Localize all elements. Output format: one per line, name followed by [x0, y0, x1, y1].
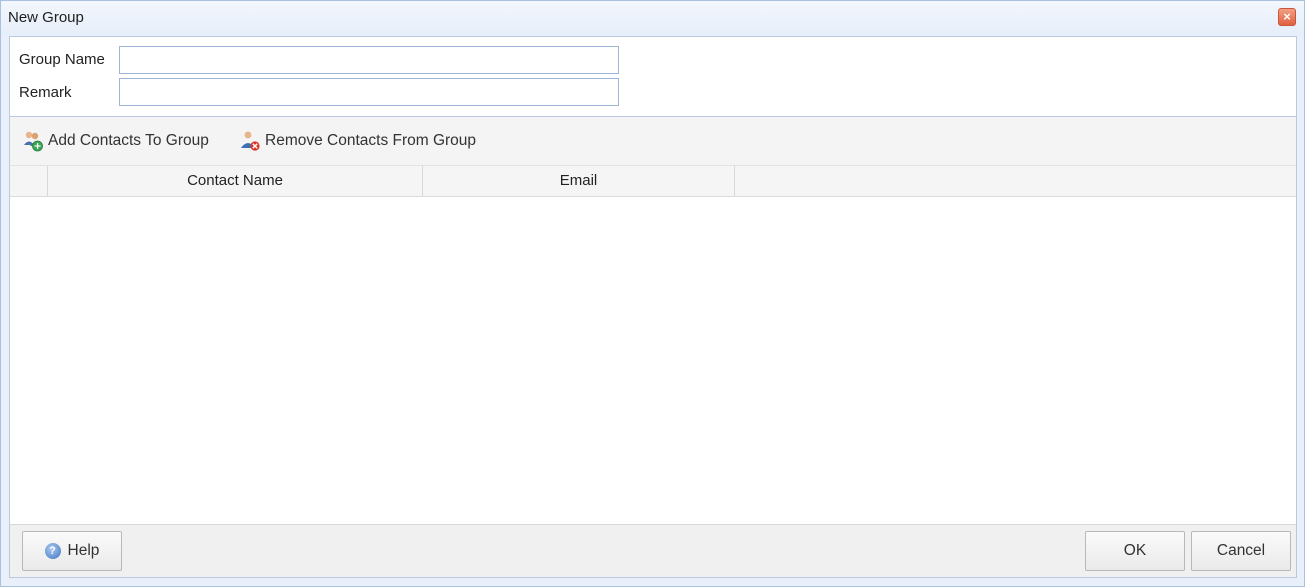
help-button-label: Help: [67, 542, 100, 559]
toolbar: Add Contacts To Group Remove Contacts Fr…: [10, 116, 1296, 166]
cancel-button[interactable]: Cancel: [1191, 531, 1291, 571]
remove-contacts-label: Remove Contacts From Group: [265, 132, 477, 149]
group-name-label: Group Name: [19, 51, 105, 68]
column-separator: [734, 166, 735, 196]
group-form: Group Name Remark: [10, 37, 1296, 116]
close-icon[interactable]: ×: [1278, 8, 1296, 26]
remark-input[interactable]: [119, 78, 619, 106]
new-group-dialog: New Group × Group Name Remark Add Contac…: [0, 0, 1305, 587]
column-header-email[interactable]: Email: [423, 166, 734, 196]
add-contacts-label: Add Contacts To Group: [48, 132, 209, 149]
dialog-footer: ? Help OK Cancel: [10, 524, 1296, 577]
group-name-input[interactable]: [119, 46, 619, 74]
column-header-contact-name[interactable]: Contact Name: [48, 166, 422, 196]
title-bar: New Group ×: [1, 1, 1304, 35]
remove-contacts-button[interactable]: Remove Contacts From Group: [239, 129, 476, 153]
contacts-grid-body[interactable]: [10, 197, 1296, 524]
dialog-title: New Group: [8, 9, 84, 26]
remark-label: Remark: [19, 84, 72, 101]
dialog-content: Group Name Remark Add Contacts To Group: [9, 36, 1297, 578]
help-button[interactable]: ? Help: [22, 531, 122, 571]
add-contacts-icon: [24, 131, 43, 152]
contacts-grid-header: Contact Name Email: [10, 166, 1296, 197]
remove-contacts-icon: [241, 131, 260, 151]
ok-button[interactable]: OK: [1085, 531, 1185, 571]
add-contacts-button[interactable]: Add Contacts To Group: [22, 129, 209, 153]
help-icon: ?: [44, 543, 61, 559]
